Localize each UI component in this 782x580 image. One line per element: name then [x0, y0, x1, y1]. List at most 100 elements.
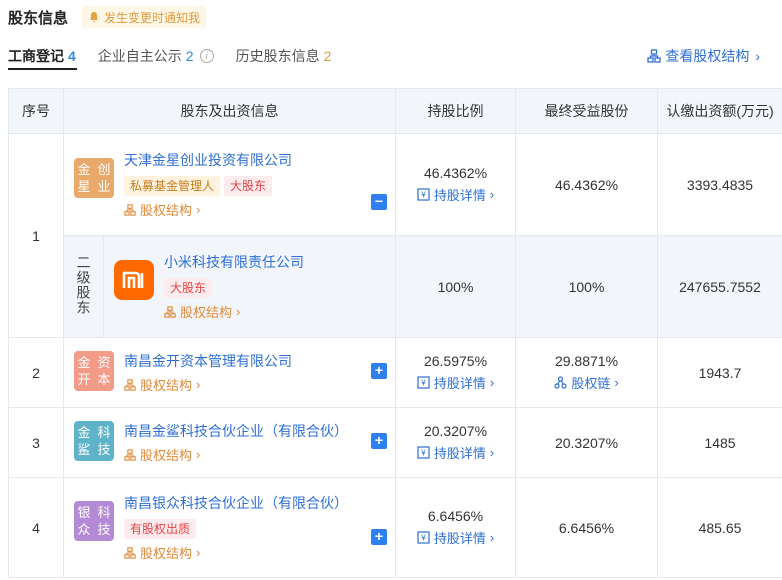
- structure-icon: [124, 448, 136, 461]
- xiaomi-logo: [114, 260, 154, 300]
- col-benefit: 最终受益股份: [515, 88, 658, 134]
- detail-icon: ¥: [417, 531, 430, 544]
- table-row: 3 金鲨 科技 南昌金鲨科技合伙企业（有限合伙） 股权结构 › + 20.3207%: [8, 407, 782, 478]
- svg-text:¥: ¥: [420, 534, 426, 543]
- tab-label: 历史股东信息: [235, 48, 320, 64]
- detail-icon: ¥: [417, 376, 430, 389]
- structure-icon: [124, 378, 136, 391]
- company-name-link[interactable]: 小米科技有限责任公司: [164, 252, 304, 272]
- struct-label: 股权结构: [140, 448, 193, 463]
- benefit-value: 29.8871%: [554, 353, 619, 369]
- ratio-value: 26.5975%: [423, 353, 488, 369]
- ratio-value: 6.6456%: [427, 508, 484, 524]
- tag-major-shareholder: 大股东: [164, 278, 213, 298]
- shareholder-cell: 金开 资本 南昌金开资本管理有限公司 股权结构 › +: [64, 351, 395, 394]
- row-seq: 4: [8, 477, 64, 578]
- structure-icon: [124, 546, 136, 559]
- struct-link-label: 查看股权结构: [665, 48, 750, 64]
- col-shareholder: 股东及出资信息: [63, 88, 396, 134]
- table-row: 2 金开 资本 南昌金开资本管理有限公司 股权结构 › + 26.5975% ¥…: [8, 337, 782, 408]
- company-logo: 金开 资本: [74, 351, 114, 391]
- capital-value: 247655.7552: [657, 235, 782, 338]
- detail-icon: ¥: [417, 188, 430, 201]
- col-seq: 序号: [8, 88, 64, 134]
- equity-structure-link[interactable]: 股权结构 ›: [164, 302, 304, 321]
- equity-structure-link[interactable]: 股权结构 ›: [124, 375, 292, 394]
- detail-label: 持股详情: [433, 531, 486, 546]
- struct-label: 股权结构: [140, 203, 193, 218]
- benefit-value: 6.6456%: [515, 477, 658, 578]
- view-equity-structure-link[interactable]: 查看股权结构 ›: [647, 46, 760, 66]
- tab-business-registration[interactable]: 工商登记 4: [8, 46, 76, 66]
- col-capital: 认缴出资额(万元): [657, 88, 782, 134]
- notify-button[interactable]: 发生变更时通知我: [82, 6, 207, 28]
- table-row: 4 银众 科技 南昌银众科技合伙企业（有限合伙） 有股权出质 股权结构 › + …: [8, 477, 782, 578]
- company-logo: 金星 创业: [74, 158, 114, 198]
- shareholder-table: 序号 股东及出资信息 持股比例 最终受益股份 认缴出资额(万元) 1 金星 创业 …: [8, 88, 782, 578]
- struct-label: 股权结构: [140, 378, 193, 393]
- notify-label: 发生变更时通知我: [104, 10, 201, 25]
- tab-label: 企业自主公示: [97, 48, 182, 64]
- table-header-row: 序号 股东及出资信息 持股比例 最终受益股份 认缴出资额(万元): [8, 88, 782, 134]
- row-seq: 1: [8, 133, 64, 338]
- sub-level-label: 二级股东: [75, 255, 92, 315]
- section-title: 股东信息: [8, 9, 69, 27]
- shareholder-cell: 金星 创业 天津金星创业投资有限公司 私募基金管理人 大股东 股权结构 › −: [64, 150, 395, 219]
- capital-value: 3393.4835: [657, 133, 782, 236]
- tab-history-shareholders[interactable]: 历史股东信息 2: [236, 46, 332, 66]
- info-icon[interactable]: i: [199, 49, 214, 63]
- ratio-value: 20.3207%: [423, 423, 488, 439]
- tag-equity-pledge: 有股权出质: [124, 519, 197, 539]
- svg-text:¥: ¥: [420, 191, 426, 200]
- benefit-value: 20.3207%: [515, 407, 658, 478]
- structure-icon: [124, 203, 136, 216]
- chain-icon: [554, 376, 567, 389]
- holding-detail-link[interactable]: ¥ 持股详情 ›: [396, 185, 515, 204]
- company-name-link[interactable]: 南昌金开资本管理有限公司: [124, 351, 292, 371]
- detail-label: 持股详情: [433, 376, 486, 391]
- row-seq: 2: [8, 337, 64, 408]
- company-name-link[interactable]: 天津金星创业投资有限公司: [124, 150, 292, 170]
- equity-structure-link[interactable]: 股权结构 ›: [124, 543, 348, 562]
- tab-bar: 工商登记 4 企业自主公示 2 i 历史股东信息 2: [8, 46, 353, 66]
- equity-chain-link[interactable]: 股权链 ›: [516, 373, 657, 392]
- tab-self-disclosure[interactable]: 企业自主公示 2 i: [98, 46, 214, 66]
- shareholder-cell: 银众 科技 南昌银众科技合伙企业（有限合伙） 有股权出质 股权结构 › +: [64, 493, 395, 562]
- table-row-sub: 二级股东 小米科技有限责任公司 大股东 股权结构 › 100% 100% 247…: [9, 235, 782, 338]
- detail-label: 持股详情: [433, 188, 486, 203]
- col-ratio: 持股比例: [395, 88, 516, 134]
- ratio-value: 46.4362%: [423, 165, 488, 181]
- chain-label: 股权链: [571, 376, 611, 391]
- struct-label: 股权结构: [180, 305, 233, 320]
- struct-label: 股权结构: [140, 546, 193, 561]
- equity-structure-link[interactable]: 股权结构 ›: [124, 200, 292, 219]
- row-seq: 3: [8, 407, 64, 478]
- expand-button[interactable]: +: [371, 363, 387, 379]
- svg-text:¥: ¥: [420, 449, 426, 458]
- expand-button[interactable]: +: [371, 529, 387, 545]
- sub-level-label-cell: 二级股东: [63, 235, 104, 338]
- benefit-value: 46.4362%: [515, 133, 658, 236]
- active-tab-indicator: [8, 68, 77, 70]
- tab-count: 2: [323, 48, 332, 64]
- holding-detail-link[interactable]: ¥ 持股详情 ›: [396, 528, 515, 547]
- detail-label: 持股详情: [433, 446, 486, 461]
- tab-count: 4: [68, 48, 76, 64]
- tag-private-fund: 私募基金管理人: [124, 176, 221, 196]
- benefit-value: 100%: [515, 235, 658, 338]
- equity-structure-link[interactable]: 股权结构 ›: [124, 445, 348, 464]
- holding-detail-link[interactable]: ¥ 持股详情 ›: [396, 443, 515, 462]
- collapse-button[interactable]: −: [371, 194, 387, 210]
- expand-button[interactable]: +: [371, 433, 387, 449]
- holding-detail-link[interactable]: ¥ 持股详情 ›: [396, 373, 515, 392]
- svg-text:¥: ¥: [420, 379, 426, 388]
- company-name-link[interactable]: 南昌银众科技合伙企业（有限合伙）: [124, 493, 348, 513]
- capital-value: 1943.7: [657, 337, 782, 408]
- section-header: 股东信息 发生变更时通知我: [8, 6, 207, 28]
- capital-value: 1485: [657, 407, 782, 478]
- company-logo: 金鲨 科技: [74, 421, 114, 461]
- company-name-link[interactable]: 南昌金鲨科技合伙企业（有限合伙）: [124, 421, 348, 441]
- shareholder-cell: 小米科技有限责任公司 大股东 股权结构 ›: [104, 252, 395, 321]
- tab-count: 2: [185, 48, 194, 64]
- company-logo: 银众 科技: [74, 501, 114, 541]
